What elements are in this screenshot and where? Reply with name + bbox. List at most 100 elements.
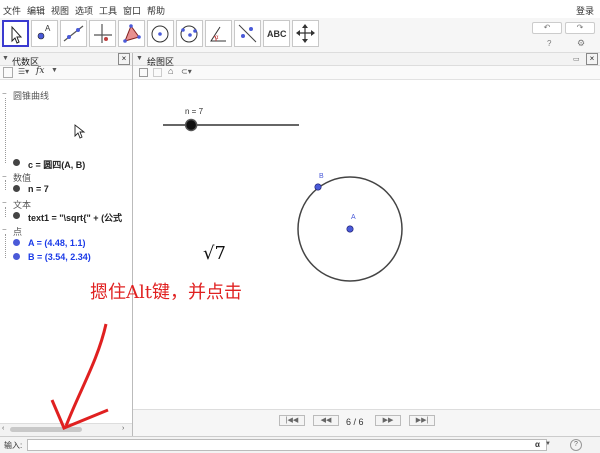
tree-line <box>5 180 6 190</box>
algebra-style-bar: ☰▾ fx ▼ <box>0 66 132 80</box>
first-step-button[interactable]: |◀◀ <box>279 415 305 426</box>
alpha-keyboard-icon[interactable]: α <box>535 440 540 449</box>
group-conics: 圆锥曲线 <box>13 91 50 101</box>
tree-line <box>5 207 6 217</box>
menu-view[interactable]: 视图 <box>51 4 69 17</box>
close-icon[interactable]: × <box>118 53 130 65</box>
point-a-label: A <box>351 214 356 221</box>
point-icon: A <box>37 24 51 40</box>
scroll-left-icon[interactable]: ‹ <box>2 425 4 432</box>
toggle-style-icon[interactable] <box>3 67 13 78</box>
menu-bar: 文件 编辑 视图 选项 工具 窗口 帮助 登录 <box>0 0 600 18</box>
redo-button[interactable]: ↷ <box>565 22 595 34</box>
input-label: 输入: <box>4 441 23 450</box>
input-bar: 输入: α ▼ ? <box>0 436 600 453</box>
circle-points-icon <box>180 25 198 43</box>
point-b-label: B <box>319 173 324 180</box>
collapse-triangle-icon[interactable]: ▼ <box>136 55 143 62</box>
chevron-down-icon[interactable]: ▼ <box>51 67 58 74</box>
tree-line <box>5 98 6 163</box>
polygon-tool-button[interactable] <box>118 20 145 47</box>
slider-knob[interactable] <box>184 118 198 132</box>
circle-three-points-tool-button[interactable] <box>176 20 203 47</box>
point-a[interactable] <box>346 225 354 233</box>
navigation-bar: |◀◀ ◀◀ 6 / 6 ▶▶ ▶▶| <box>133 409 600 437</box>
object-dot-b[interactable] <box>13 253 20 260</box>
undo-button[interactable]: ↶ <box>532 22 562 34</box>
angle-icon: α <box>210 26 226 42</box>
reflect-tool-button[interactable] <box>234 20 261 47</box>
help-icon[interactable]: ? <box>547 39 551 48</box>
reflect-icon <box>238 24 257 43</box>
move-tool-button[interactable] <box>2 20 29 47</box>
svg-text:α: α <box>215 35 219 41</box>
slider-label: n = 7 <box>185 107 204 116</box>
tree-line <box>5 234 6 258</box>
perpendicular-icon <box>94 24 112 43</box>
algebra-item-n[interactable]: n = 7 <box>28 184 49 194</box>
object-dot-c[interactable] <box>13 159 20 166</box>
group-text: 文本 <box>13 200 32 210</box>
toolbar: A α ABC ↶ ↷ ? ⚙ <box>0 18 600 53</box>
circle-center-tool-button[interactable] <box>147 20 174 47</box>
menu-tools[interactable]: 工具 <box>99 4 117 17</box>
object-dot-n[interactable] <box>13 185 20 192</box>
menu-window[interactable]: 窗口 <box>123 4 141 17</box>
close-icon[interactable]: × <box>586 53 598 65</box>
menu-file[interactable]: 文件 <box>3 4 21 17</box>
fx-label[interactable]: fx <box>36 66 44 76</box>
graphics-view-header: ▼ 绘图区 ▭ × <box>133 53 600 67</box>
circle-center-icon <box>151 25 169 43</box>
point-b[interactable] <box>314 183 322 191</box>
point-tool-button[interactable]: A <box>31 20 58 47</box>
mouse-cursor-icon <box>74 124 86 139</box>
page-indicator: 6 / 6 <box>346 417 364 427</box>
annotation-arrow-red <box>50 323 109 430</box>
menu-options[interactable]: 选项 <box>75 4 93 17</box>
chevron-down-icon[interactable]: ▼ <box>545 441 551 447</box>
move-arrows-icon <box>296 24 315 43</box>
sqrt-text[interactable]: √7 <box>203 243 226 264</box>
next-step-button[interactable]: ▶▶ <box>375 415 401 426</box>
algebra-item-point-a[interactable]: A = (4.48, 1.1) <box>28 238 85 248</box>
settings-gear-icon[interactable]: ⚙ <box>577 38 585 49</box>
input-field[interactable] <box>27 439 547 451</box>
cursor-arrow-icon <box>11 25 23 44</box>
object-dot-text1[interactable] <box>13 212 20 219</box>
algebra-item-text1[interactable]: text1 = "\sqrt{" + (公式 <box>28 211 122 224</box>
algebra-item-circle-c[interactable]: c = 圆四(A, B) <box>28 158 85 171</box>
previous-step-button[interactable]: ◀◀ <box>313 415 339 426</box>
expand-minus-icon[interactable]: − <box>2 89 7 98</box>
expand-minus-icon[interactable]: − <box>2 225 7 234</box>
line-tool-button[interactable] <box>60 20 87 47</box>
home-icon[interactable]: ⌂ <box>168 66 173 76</box>
collapse-triangle-icon[interactable]: ▼ <box>2 55 9 62</box>
point-capture-icon[interactable]: ⊂▾ <box>181 67 192 76</box>
group-points: 点 <box>13 227 23 237</box>
algebra-item-point-b[interactable]: B = (3.54, 2.34) <box>28 252 91 262</box>
undock-icon[interactable]: ▭ <box>573 55 580 63</box>
menu-help[interactable]: 帮助 <box>147 4 165 17</box>
last-step-button[interactable]: ▶▶| <box>409 415 435 426</box>
polygon-icon <box>123 24 141 43</box>
line-icon <box>63 25 84 42</box>
graphics-view: ▼ 绘图区 ▭ × ⌂ ⊂▾ n = 7 √7 A B |◀◀ ◀◀ 6 / 6… <box>133 53 600 437</box>
object-dot-a[interactable] <box>13 239 20 246</box>
grid-toggle-icon[interactable] <box>153 68 162 77</box>
angle-tool-button[interactable]: α <box>205 20 232 47</box>
login-link[interactable]: 登录 <box>576 4 594 17</box>
input-help-icon[interactable]: ? <box>570 439 582 451</box>
menu-edit[interactable]: 编辑 <box>27 4 45 17</box>
group-numbers: 数值 <box>13 173 32 183</box>
graphics-style-bar: ⌂ ⊂▾ <box>133 66 600 80</box>
expand-minus-icon[interactable]: − <box>2 198 7 207</box>
annotation-text: 摁住Alt键，并点击 <box>90 282 242 303</box>
move-view-tool-button[interactable] <box>292 20 319 47</box>
algebra-view-header: ▼ 代数区 × <box>0 53 132 67</box>
sort-icon[interactable]: ☰▾ <box>18 67 29 76</box>
axes-toggle-icon[interactable] <box>139 68 148 77</box>
text-tool-label: ABC <box>267 29 287 39</box>
perpendicular-tool-button[interactable] <box>89 20 116 47</box>
svg-text:A: A <box>45 24 51 33</box>
text-tool-button[interactable]: ABC <box>263 20 290 47</box>
